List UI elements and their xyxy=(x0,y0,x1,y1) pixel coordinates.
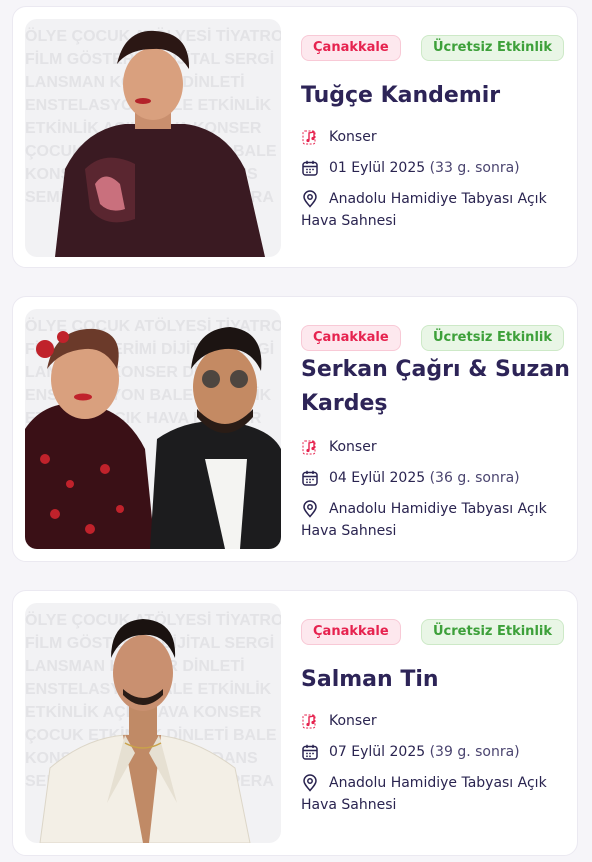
event-title[interactable]: Serkan Çağrı & Suzan Kardeş xyxy=(301,353,571,421)
location-pin-icon xyxy=(303,500,317,518)
category-label: Konser xyxy=(329,713,377,729)
event-title[interactable]: Tuğçe Kandemir xyxy=(301,79,571,113)
music-note-icon xyxy=(302,130,316,145)
location-pin-icon xyxy=(303,774,317,792)
free-event-tag[interactable]: Ücretsiz Etkinlik xyxy=(421,619,564,645)
category-label: Konser xyxy=(329,439,377,455)
music-note-icon xyxy=(302,440,316,455)
event-date: 04 Eylül 2025 xyxy=(329,470,426,486)
event-image[interactable]: ÖLYE ÇOCUK ATÖLYESİ TİYATRO FİLM GÖSTERİ… xyxy=(25,603,281,843)
event-date: 07 Eylül 2025 xyxy=(329,744,426,760)
event-card[interactable]: ÖLYE ÇOCUK ATÖLYESİ TİYATRO FİLM GÖSTERİ… xyxy=(12,590,578,856)
venue-line-2: Hava Sahnesi xyxy=(301,523,397,539)
venue-line-1: Anadolu Hamidiye Tabyası Açık xyxy=(329,501,547,517)
event-title[interactable]: Salman Tin xyxy=(301,663,571,697)
city-tag[interactable]: Çanakkale xyxy=(301,619,401,645)
event-card[interactable]: ÖLYE ÇOCUK ATÖLYESİ TİYATRO FİLM GÖSTERİ… xyxy=(12,296,578,562)
city-tag[interactable]: Çanakkale xyxy=(301,35,401,61)
venue-line-1: Anadolu Hamidiye Tabyası Açık xyxy=(329,191,547,207)
venue-line-2: Hava Sahnesi xyxy=(301,213,397,229)
free-event-tag[interactable]: Ücretsiz Etkinlik xyxy=(421,325,564,351)
calendar-icon xyxy=(302,744,318,760)
calendar-icon xyxy=(302,160,318,176)
relative-days: (33 g. sonra) xyxy=(429,160,520,176)
venue-line-2: Hava Sahnesi xyxy=(301,797,397,813)
city-tag[interactable]: Çanakkale xyxy=(301,325,401,351)
event-image[interactable]: ÖLYE ÇOCUK ATÖLYESİ TİYATRO FİLM GÖSTERİ… xyxy=(25,19,281,257)
location-pin-icon xyxy=(303,190,317,208)
free-event-tag[interactable]: Ücretsiz Etkinlik xyxy=(421,35,564,61)
venue-line-1: Anadolu Hamidiye Tabyası Açık xyxy=(329,775,547,791)
calendar-icon xyxy=(302,470,318,486)
category-label: Konser xyxy=(329,129,377,145)
relative-days: (36 g. sonra) xyxy=(429,470,520,486)
event-date: 01 Eylül 2025 xyxy=(329,160,426,176)
event-image[interactable]: ÖLYE ÇOCUK ATÖLYESİ TİYATRO FİLM GÖSTERİ… xyxy=(25,309,281,549)
music-note-icon xyxy=(302,714,316,729)
event-card[interactable]: ÖLYE ÇOCUK ATÖLYESİ TİYATRO FİLM GÖSTERİ… xyxy=(12,6,578,268)
relative-days: (39 g. sonra) xyxy=(429,744,520,760)
